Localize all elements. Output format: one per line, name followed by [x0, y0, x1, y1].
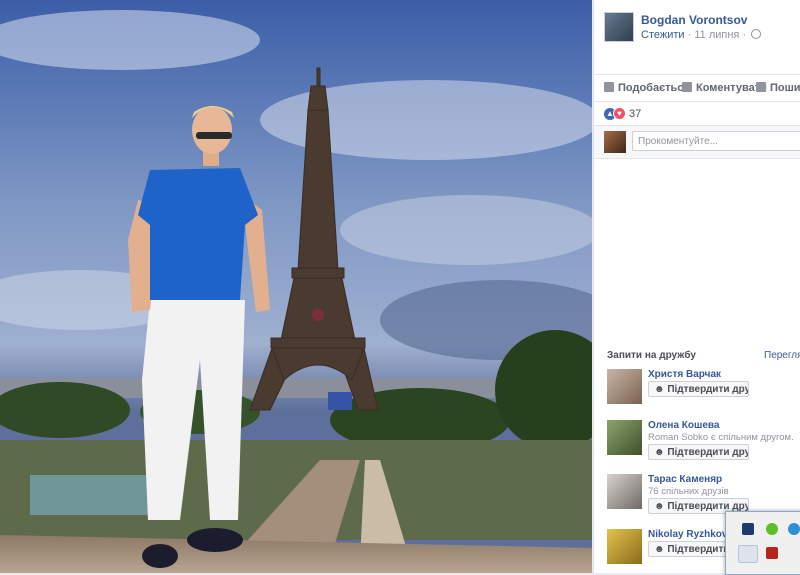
photo-eiffel-tower: [0, 0, 592, 573]
friend-name[interactable]: Nikolay Ryzhkov: [648, 529, 727, 540]
confirm-friend-button[interactable]: ☻ Підтвердити друга: [648, 381, 749, 397]
comment-composer: Прокоментуйте...: [594, 125, 800, 159]
acrobat-tray-icon[interactable]: [766, 547, 778, 559]
post-actions: Подобається Коментувати Пошир: [594, 74, 800, 102]
monitor-tray-icon[interactable]: [742, 523, 754, 535]
friend-name[interactable]: Тарас Каменяр: [648, 474, 722, 485]
sync-tray-icon[interactable]: [788, 523, 800, 535]
share-label: Пошир: [770, 82, 800, 94]
post-meta: Стежити · 11 липня ·: [641, 29, 762, 41]
friend-photo[interactable]: [607, 474, 642, 509]
thumbs-up-icon: [604, 82, 614, 92]
friend-request-item: Олена Кошева Roman Sobko є спільним друг…: [607, 420, 800, 460]
friend-request-item: Тарас Каменяр 76 спільних друзів ☻ Підтв…: [607, 474, 800, 514]
friend-requests-title: Запити на дружбу: [607, 350, 696, 361]
meta-separator-2: ·: [742, 29, 747, 41]
friend-name[interactable]: Олена Кошева: [648, 420, 720, 431]
pen-tray-icon[interactable]: [738, 545, 758, 563]
post-photo[interactable]: [0, 0, 592, 573]
add-friend-icon: ☻: [654, 384, 665, 395]
post-sidebar: Bogdan Vorontsov Стежити · 11 липня · По…: [593, 0, 800, 573]
post-date[interactable]: 11 липня: [694, 29, 739, 41]
system-tray-popup: [725, 511, 800, 575]
reaction-count: 37: [629, 107, 642, 120]
love-reaction-icon: ♥: [613, 107, 626, 121]
friend-name[interactable]: Христя Варчак: [648, 369, 721, 380]
friend-photo[interactable]: [607, 420, 642, 455]
share-button[interactable]: Пошир: [756, 82, 800, 94]
like-button[interactable]: Подобається: [604, 82, 690, 94]
mutual-friends: Roman Sobko є спільним другом.: [648, 432, 794, 443]
confirm-friend-button[interactable]: ☻ Підтвердити друга: [648, 444, 749, 460]
like-label: Подобається: [618, 82, 690, 94]
comment-button[interactable]: Коментувати: [682, 82, 767, 94]
see-all-requests-link[interactable]: Перегля: [764, 350, 800, 361]
add-friend-icon: ☻: [654, 501, 665, 512]
evernote-tray-icon[interactable]: [766, 523, 778, 535]
add-friend-icon: ☻: [654, 544, 665, 555]
author-avatar[interactable]: [604, 12, 634, 42]
friend-request-item: Христя Варчак ☻ Підтвердити друга: [607, 369, 800, 409]
viewer-avatar: [604, 131, 626, 153]
confirm-friend-label: Підтвердити друга: [667, 384, 748, 395]
meta-separator: ·: [687, 29, 692, 41]
comment-input[interactable]: Прокоментуйте...: [632, 131, 800, 151]
mutual-friends: 76 спільних друзів: [648, 486, 729, 497]
comment-icon: [682, 82, 692, 92]
friend-photo[interactable]: [607, 529, 642, 564]
author-name[interactable]: Bogdan Vorontsov: [641, 13, 747, 27]
confirm-friend-label: Підтвердити друга: [667, 447, 748, 458]
follow-link[interactable]: Стежити: [641, 29, 685, 41]
privacy-globe-icon[interactable]: [751, 29, 762, 39]
share-icon: [756, 82, 766, 92]
post-header: Bogdan Vorontsov Стежити · 11 липня ·: [604, 12, 800, 46]
add-friend-icon: ☻: [654, 447, 665, 458]
reactions-summary[interactable]: ▲ ♥ 37: [604, 106, 642, 121]
friend-photo[interactable]: [607, 369, 642, 404]
